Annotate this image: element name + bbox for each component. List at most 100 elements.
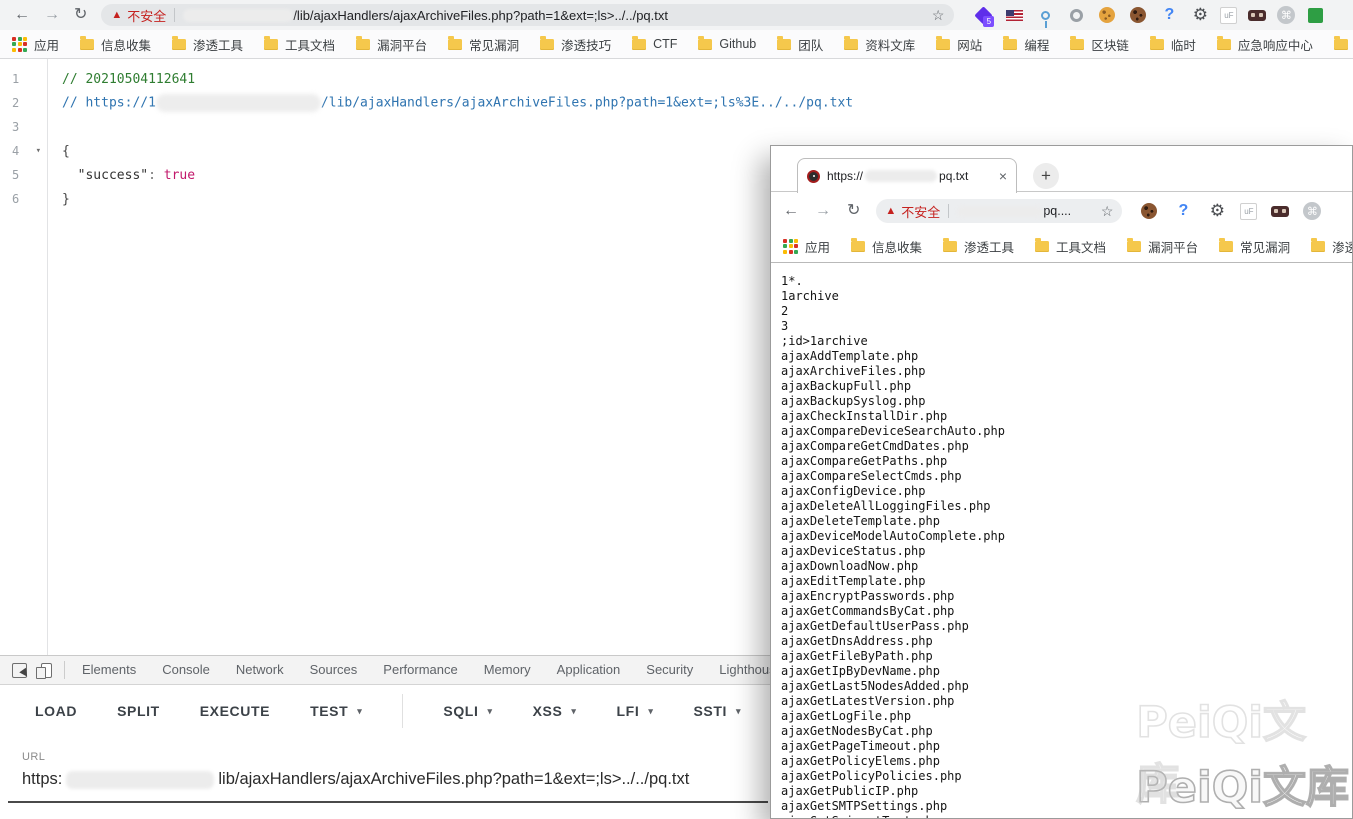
fold-caret-icon[interactable]: ▾ xyxy=(36,146,41,156)
purple-badge-ext-icon[interactable]: 5 xyxy=(972,4,994,26)
lfi-button[interactable]: LFI▾ xyxy=(617,703,654,719)
devtools-tab-network[interactable]: Network xyxy=(223,655,297,685)
address-url-text[interactable]: /lib/ajaxHandlers/ajaxArchiveFiles.php?p… xyxy=(293,8,668,23)
reload-icon[interactable]: ↻ xyxy=(847,203,860,219)
back-icon[interactable]: ← xyxy=(783,203,799,219)
devtools-tab-console[interactable]: Console xyxy=(149,655,223,685)
test-button[interactable]: TEST▾ xyxy=(310,703,362,719)
bookmark-folder[interactable]: 信息收集 xyxy=(80,35,151,54)
reload-icon[interactable]: ↻ xyxy=(74,7,87,23)
xss-button[interactable]: XSS▾ xyxy=(533,703,577,719)
bookmark-folder[interactable]: 编程 xyxy=(1003,35,1049,54)
bookmark-folder[interactable]: 团队 xyxy=(777,35,823,54)
gear-icon[interactable]: ⚙ xyxy=(1206,200,1228,222)
uf-box-icon[interactable]: uF xyxy=(1220,7,1237,24)
forward-icon[interactable]: → xyxy=(815,203,831,219)
green-shape xyxy=(1308,8,1323,23)
popup-address-bar[interactable]: ▲ 不安全 pq.... ☆ xyxy=(876,199,1122,223)
devtools-tab-security[interactable]: Security xyxy=(633,655,706,685)
folder-icon xyxy=(1219,241,1233,252)
bookmark-folder[interactable]: CTF xyxy=(632,37,677,51)
cookie-icon[interactable] xyxy=(1096,4,1118,26)
bookmark-star-icon[interactable]: ☆ xyxy=(932,7,945,24)
bookmark-folder[interactable]: 渗透工具 xyxy=(943,237,1014,256)
bookmark-folder[interactable]: 临时 xyxy=(1150,35,1196,54)
divider xyxy=(64,661,65,679)
dark-cookie-icon[interactable] xyxy=(1127,4,1149,26)
split-button[interactable]: SPLIT xyxy=(117,703,160,719)
sqli-button[interactable]: SQLI▾ xyxy=(443,703,492,719)
apps-grid-icon xyxy=(12,37,27,52)
bookmark-folder[interactable]: 工具文档 xyxy=(264,35,335,54)
bookmark-label: 常见漏洞 xyxy=(469,35,519,54)
bookmark-folder[interactable]: 网站 xyxy=(936,35,982,54)
command-icon[interactable]: ⌘ xyxy=(1277,6,1295,24)
devtools-tab-sources[interactable]: Sources xyxy=(297,655,371,685)
bookmark-folder[interactable]: 工具文档 xyxy=(1035,237,1106,256)
apps-shortcut[interactable]: 应用 xyxy=(12,35,59,54)
bookmark-label: 信息收集 xyxy=(872,237,922,256)
ssti-button[interactable]: SSTI▾ xyxy=(693,703,741,719)
mask-icon[interactable] xyxy=(1246,4,1268,26)
mask-icon[interactable] xyxy=(1269,200,1291,222)
forward-icon[interactable]: → xyxy=(44,7,60,23)
main-browser-toolbar: ← → ↻ ▲ 不安全 /lib/ajaxHandlers/ajaxArchiv… xyxy=(0,0,1353,30)
inspect-element-icon[interactable] xyxy=(12,663,27,678)
bookmark-folder[interactable]: 常见漏洞 xyxy=(448,35,519,54)
dark-cookie-icon[interactable] xyxy=(1138,200,1160,222)
back-icon[interactable]: ← xyxy=(14,7,30,23)
file-listing: 1*. 1archive 2 3 ;id>1archive ajaxAddTem… xyxy=(771,262,1352,818)
pin-icon[interactable] xyxy=(1034,4,1056,26)
bookmark-folder[interactable]: 漏洞平台 xyxy=(356,35,427,54)
device-toolbar-icon[interactable] xyxy=(41,663,52,678)
devtools-tab-application[interactable]: Application xyxy=(544,655,634,685)
security-warning-label[interactable]: 不安全 xyxy=(127,6,166,25)
bookmark-label: 网站 xyxy=(957,35,982,54)
devtools-tab-performance[interactable]: Performance xyxy=(370,655,470,685)
gutter-divider xyxy=(47,59,48,655)
button-label: TEST xyxy=(310,703,348,719)
bookmark-folder[interactable]: 渗透工具 xyxy=(172,35,243,54)
bookmark-folder[interactable]: 应急响应中心 xyxy=(1217,35,1313,54)
us-flag-icon[interactable] xyxy=(1003,4,1025,26)
command-icon[interactable]: ⌘ xyxy=(1303,202,1321,220)
execute-button[interactable]: EXECUTE xyxy=(200,703,270,719)
apps-shortcut[interactable]: 应用 xyxy=(783,237,830,256)
folder-icon xyxy=(1150,39,1164,50)
help-icon[interactable]: ? xyxy=(1158,4,1180,26)
bookmark-folder[interactable]: 渗透技巧 xyxy=(1311,237,1352,256)
security-warning-label[interactable]: 不安全 xyxy=(901,202,940,221)
popup-tab[interactable]: https:// pq.txt × xyxy=(797,158,1017,193)
bookmark-folder[interactable]: 常见漏洞 xyxy=(1219,237,1290,256)
bookmark-star-icon[interactable]: ☆ xyxy=(1101,203,1114,220)
devtools-tab-memory[interactable]: Memory xyxy=(471,655,544,685)
bookmark-folder[interactable]: 漏洞平台 xyxy=(1127,237,1198,256)
bookmark-folder[interactable]: 信息收集 xyxy=(851,237,922,256)
uf-box-icon[interactable]: uF xyxy=(1240,203,1257,220)
bookmark-folder[interactable]: 资料文库 xyxy=(844,35,915,54)
gear-icon[interactable]: ⚙ xyxy=(1189,4,1211,26)
site-favicon xyxy=(807,170,820,183)
devtools-tab-elements[interactable]: Elements xyxy=(69,655,149,685)
bookmark-label: 常见漏洞 xyxy=(1240,237,1290,256)
folder-icon xyxy=(1035,241,1049,252)
folder-icon xyxy=(1334,39,1348,50)
popup-toolbar: ← → ↻ ▲ 不安全 pq.... ☆ ? ⚙ uF ⌘ xyxy=(771,192,1352,230)
load-button[interactable]: LOAD xyxy=(35,703,77,719)
bookmark-folder[interactable]: 渗透技巧 xyxy=(540,35,611,54)
help-icon[interactable]: ? xyxy=(1172,200,1194,222)
tab-close-icon[interactable]: × xyxy=(999,168,1007,184)
bookmark-folder[interactable]: Github xyxy=(698,37,756,51)
line-number: 2 xyxy=(0,96,47,110)
bookmark-folder[interactable]: src xyxy=(1334,37,1353,51)
address-bar[interactable]: ▲ 不安全 /lib/ajaxHandlers/ajaxArchiveFiles… xyxy=(101,4,954,26)
chevron-down-icon: ▾ xyxy=(487,706,492,717)
new-tab-icon[interactable]: + xyxy=(1033,163,1059,189)
address-url-text[interactable]: pq.... xyxy=(1043,204,1071,218)
bookmark-folder[interactable]: 区块链 xyxy=(1070,35,1129,54)
ring-icon[interactable] xyxy=(1065,4,1087,26)
green-ext-icon[interactable] xyxy=(1304,4,1326,26)
bookmark-label: CTF xyxy=(653,37,677,51)
apps-label: 应用 xyxy=(805,237,830,256)
line-number: 5 xyxy=(0,168,47,182)
